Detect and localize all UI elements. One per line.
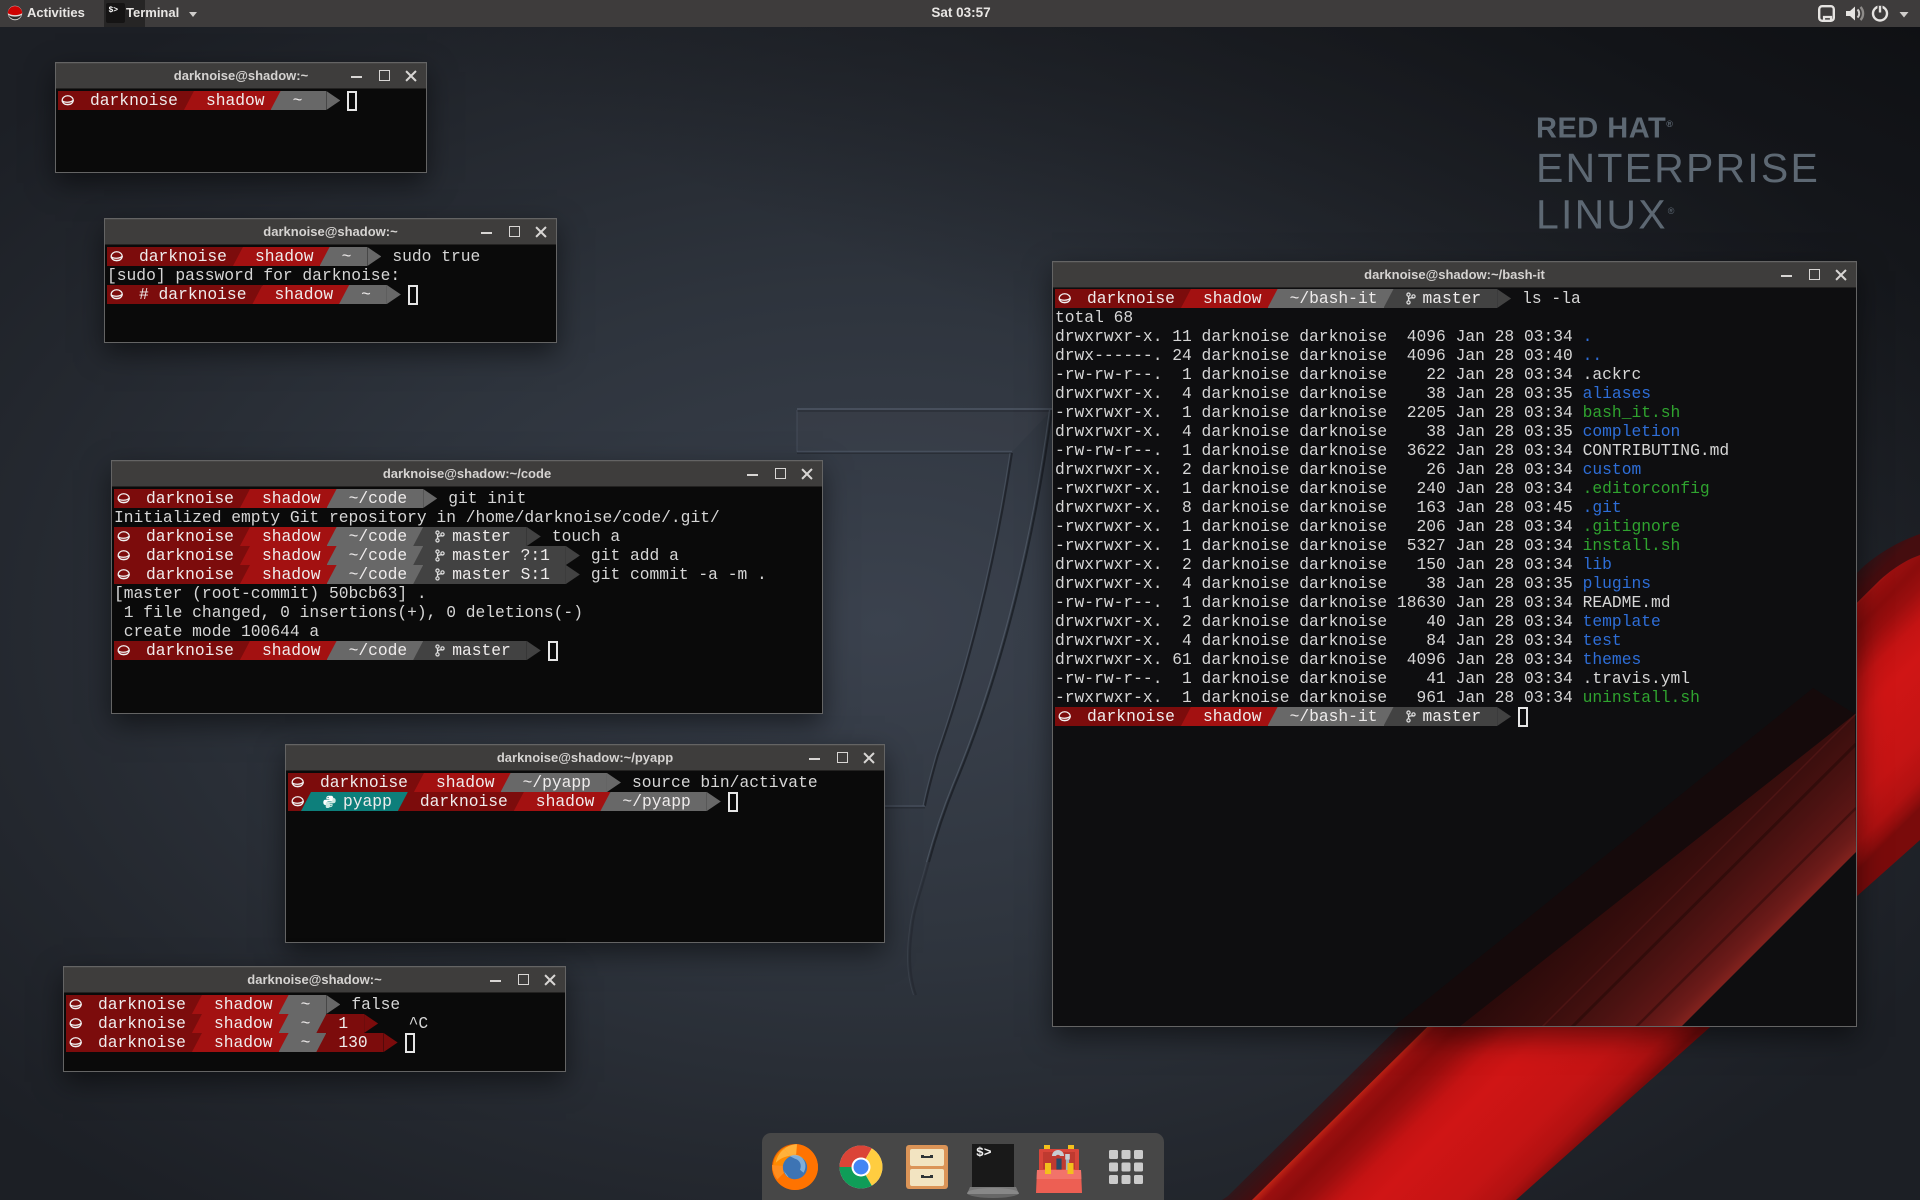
- svg-text:$>: $>: [109, 6, 119, 15]
- svg-text:$>: $>: [976, 1145, 992, 1160]
